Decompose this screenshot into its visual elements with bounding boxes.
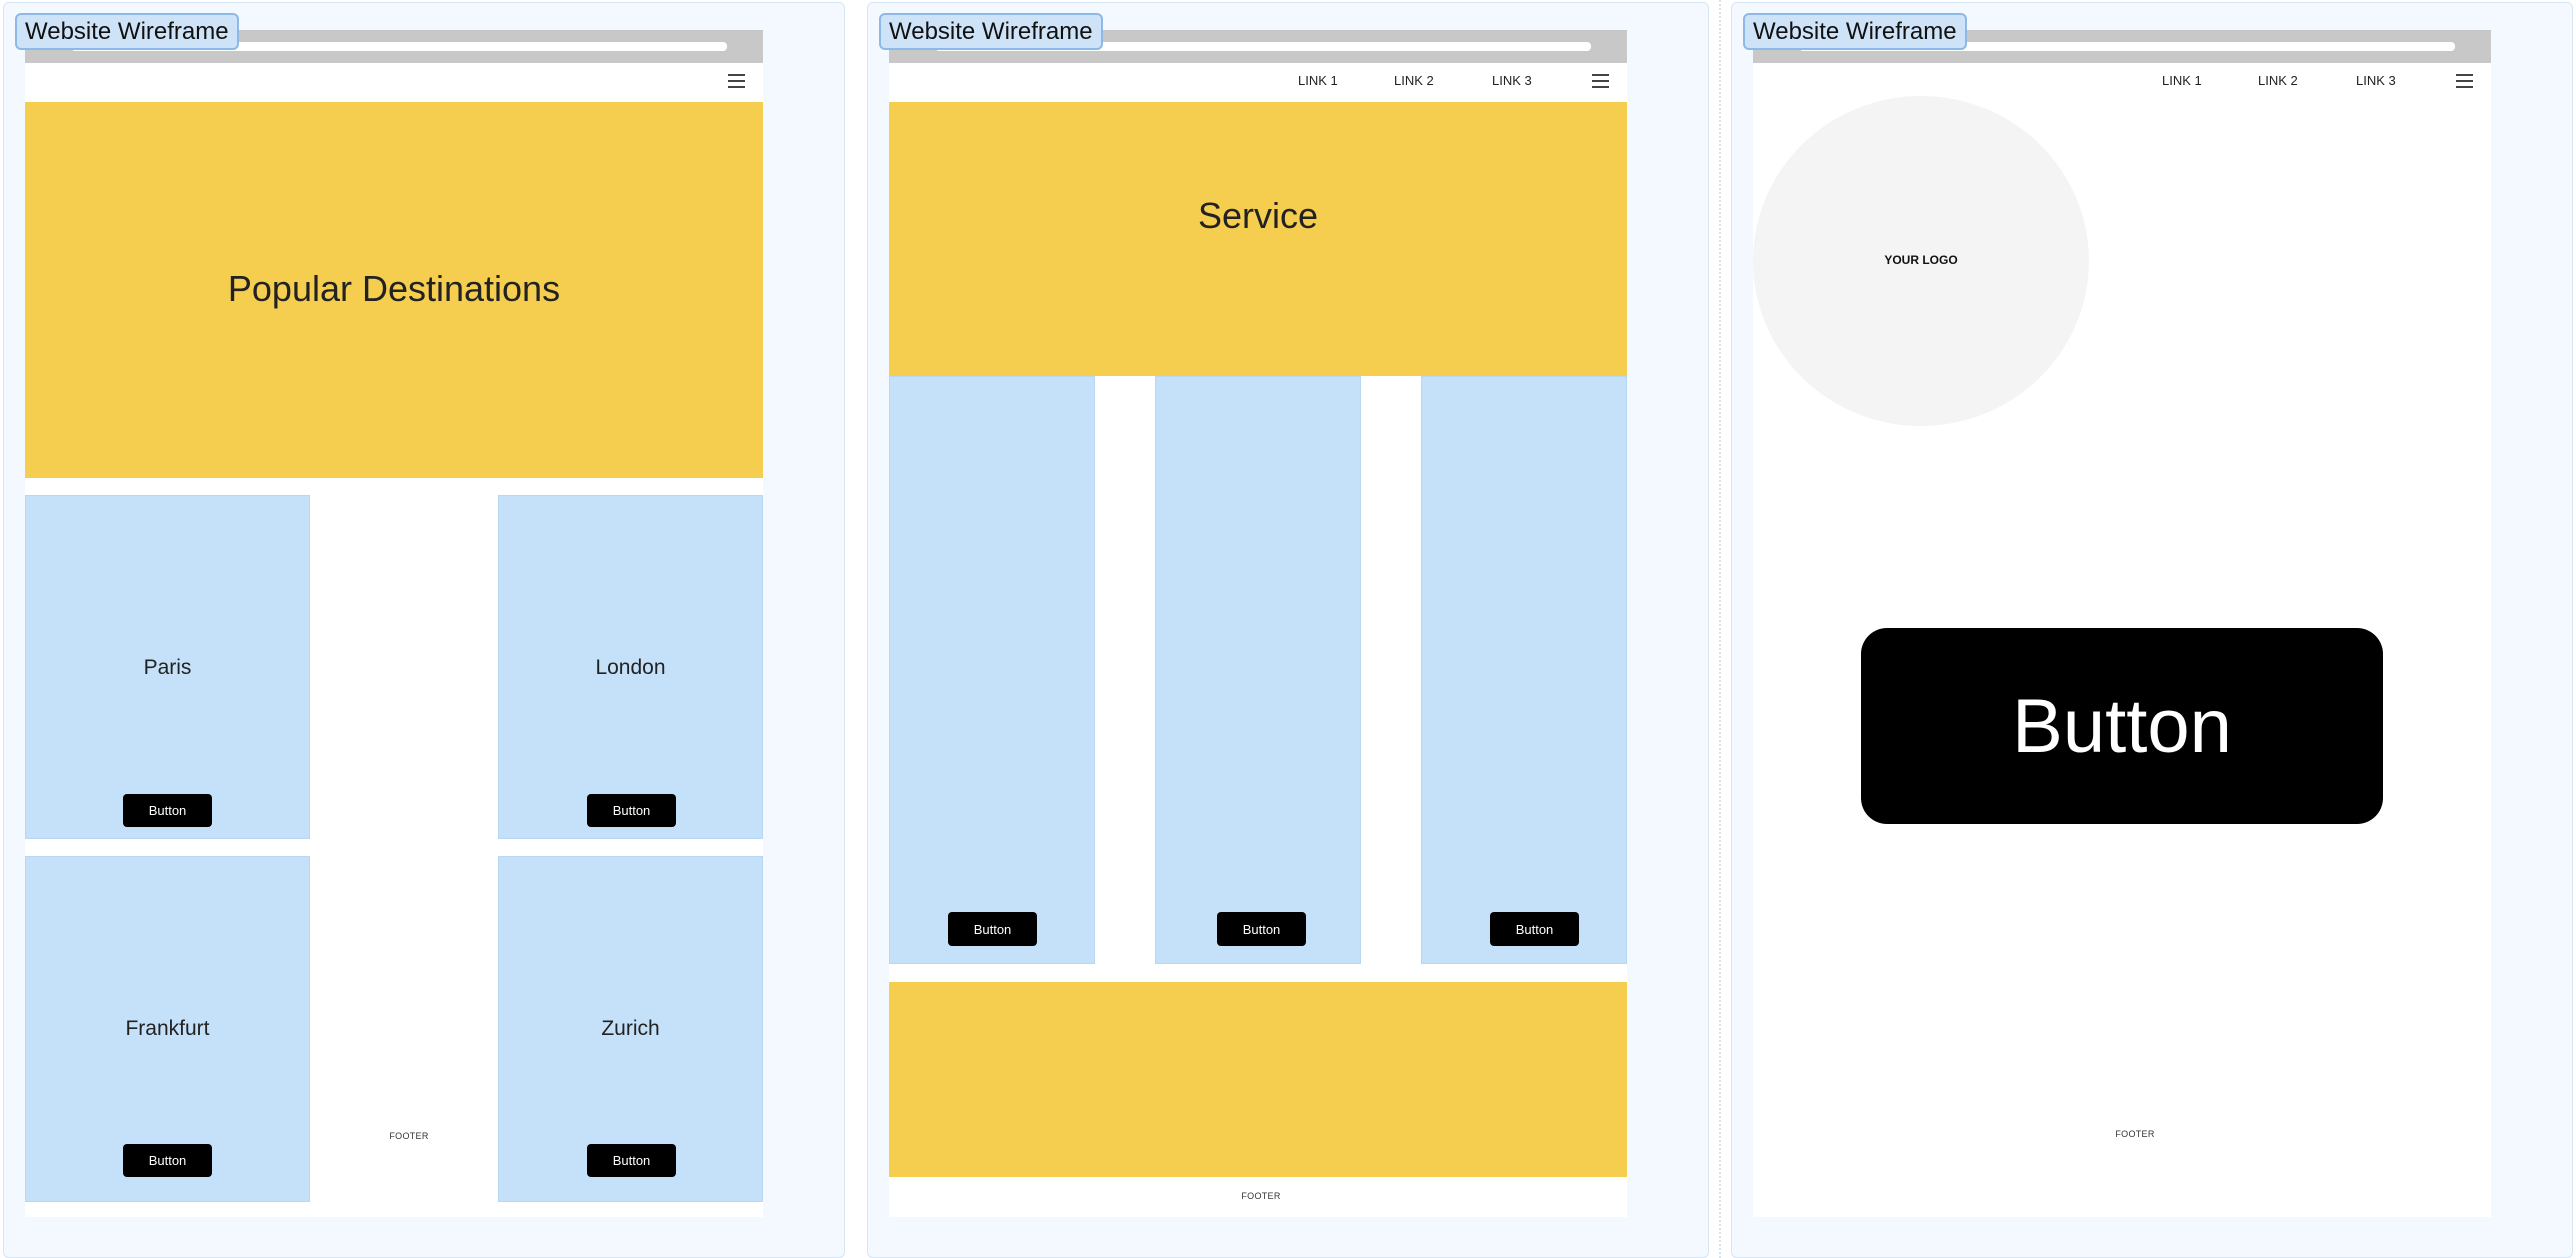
nav-link-2[interactable]: LINK 2 xyxy=(1394,73,1434,88)
footer: FOOTER xyxy=(1241,1191,1281,1201)
card-title: Paris xyxy=(143,656,192,679)
hamburger-menu-icon[interactable] xyxy=(2456,74,2473,88)
nav-link-3[interactable]: LINK 3 xyxy=(1492,73,1532,88)
hamburger-menu-icon[interactable] xyxy=(1592,74,1609,88)
card-zurich: Zurich Button xyxy=(498,856,763,1202)
frame-label: Website Wireframe xyxy=(879,13,1103,50)
card-london: London Button xyxy=(498,495,763,839)
nav-bar: LINK 1 LINK 2 LINK 3 xyxy=(889,63,1627,98)
service-column-1: Button xyxy=(889,376,1095,964)
nav-bar xyxy=(25,63,763,98)
card-title: Zurich xyxy=(601,1017,660,1040)
wireframe-page-destinations: Popular Destinations Paris Button London… xyxy=(25,30,763,1217)
card-button[interactable]: Button xyxy=(587,1144,676,1177)
frame-label: Website Wireframe xyxy=(1743,13,1967,50)
nav-link-1[interactable]: LINK 1 xyxy=(1298,73,1338,88)
hamburger-menu-icon[interactable] xyxy=(728,74,745,88)
hero-banner: Popular Destinations xyxy=(25,102,763,478)
card-title: Frankfurt xyxy=(125,1017,210,1040)
card-button[interactable]: Button xyxy=(123,794,212,827)
service-column-2: Button xyxy=(1155,376,1361,964)
wireframe-page-landing: LINK 1 LINK 2 LINK 3 YOUR LOGO Button FO… xyxy=(1753,30,2491,1217)
guide-line xyxy=(1719,0,1721,1258)
card-paris: Paris Button xyxy=(25,495,310,839)
logo-text: YOUR LOGO xyxy=(1884,253,1958,267)
main-cta-button[interactable]: Button xyxy=(1861,628,2383,824)
card-title: London xyxy=(595,656,666,679)
service-column-3: Button xyxy=(1421,376,1627,964)
bottom-banner xyxy=(889,982,1627,1177)
column-button[interactable]: Button xyxy=(1490,912,1579,946)
hero-banner: Service xyxy=(889,102,1627,376)
hero-title: Popular Destinations xyxy=(227,268,561,309)
footer: FOOTER xyxy=(389,1131,429,1141)
wireframe-page-service: LINK 1 LINK 2 LINK 3 Service Button Butt… xyxy=(889,30,1627,1217)
column-button[interactable]: Button xyxy=(948,912,1037,946)
nav-link-1[interactable]: LINK 1 xyxy=(2162,73,2202,88)
frame-label: Website Wireframe xyxy=(15,13,239,50)
hero-title: Service xyxy=(1197,195,1319,236)
card-button[interactable]: Button xyxy=(123,1144,212,1177)
card-frankfurt: Frankfurt Button xyxy=(25,856,310,1202)
nav-bar: LINK 1 LINK 2 LINK 3 xyxy=(1753,63,2491,98)
nav-link-3[interactable]: LINK 3 xyxy=(2356,73,2396,88)
footer: FOOTER xyxy=(2115,1129,2155,1139)
logo-placeholder: YOUR LOGO xyxy=(1753,96,2089,426)
canvas: Popular Destinations Paris Button London… xyxy=(0,0,2576,1258)
card-button[interactable]: Button xyxy=(587,794,676,827)
nav-link-2[interactable]: LINK 2 xyxy=(2258,73,2298,88)
column-button[interactable]: Button xyxy=(1217,912,1306,946)
